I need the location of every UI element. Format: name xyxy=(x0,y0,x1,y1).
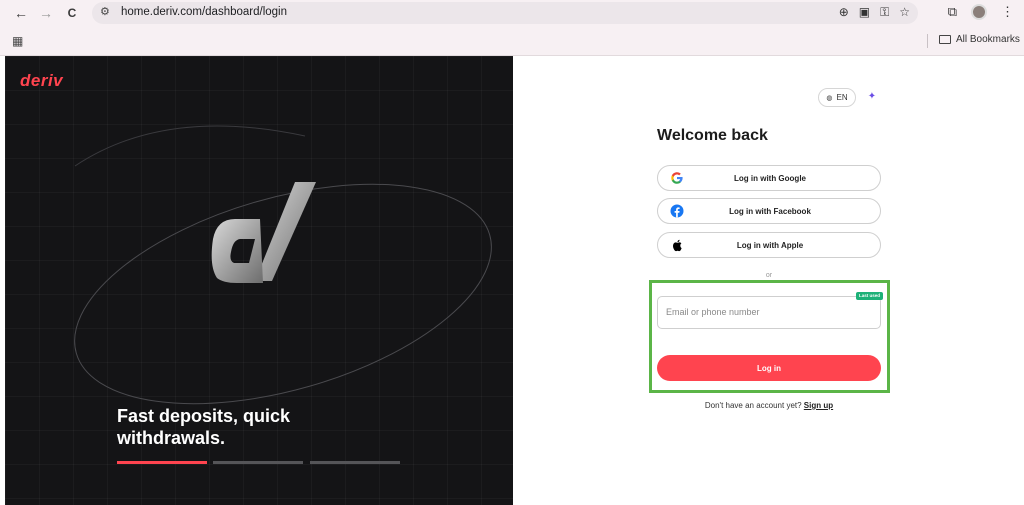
site-settings-icon[interactable]: ⚙ xyxy=(100,5,110,18)
email-field[interactable] xyxy=(657,296,881,329)
apple-login-button[interactable]: Log in with Apple xyxy=(657,232,881,258)
carousel-indicator-1[interactable] xyxy=(117,461,207,464)
facebook-login-label: Log in with Facebook xyxy=(729,207,811,216)
browser-toolbar: ← → C ⚙ home.deriv.com/dashboard/login ⊕… xyxy=(0,0,1024,26)
carousel-indicator-2[interactable] xyxy=(213,461,303,464)
deriv-logo[interactable]: deriv xyxy=(20,71,63,91)
bookmarks-divider xyxy=(927,34,928,48)
signup-prompt: Don't have an account yet? Sign up xyxy=(657,401,881,410)
address-bar[interactable]: ⚙ home.deriv.com/dashboard/login ⊕ ▣ ⚿ ☆ xyxy=(92,2,918,24)
browser-actions: ⧉ ⋮ xyxy=(948,4,1014,20)
or-label: or xyxy=(765,272,773,279)
menu-kebab-icon[interactable]: ⋮ xyxy=(1001,4,1014,20)
signup-link[interactable]: Sign up xyxy=(804,401,833,410)
last-used-badge: Last used xyxy=(856,292,884,300)
url-text[interactable]: home.deriv.com/dashboard/login xyxy=(121,6,287,18)
bookmark-star-icon[interactable]: ☆ xyxy=(899,5,910,20)
all-bookmarks-button[interactable]: All Bookmarks xyxy=(939,34,1020,45)
extensions-icon[interactable]: ⧉ xyxy=(948,4,957,20)
google-login-label: Log in with Google xyxy=(734,174,806,183)
deriv-d-mark xyxy=(211,182,316,283)
email-input[interactable] xyxy=(666,307,856,317)
hero-tagline: Fast deposits, quick withdrawals. xyxy=(117,406,291,448)
browser-chrome: ← → C ⚙ home.deriv.com/dashboard/login ⊕… xyxy=(0,0,1024,56)
all-bookmarks-label: All Bookmarks xyxy=(956,34,1020,45)
login-button[interactable]: Log in xyxy=(657,355,881,381)
no-account-text: Don't have an account yet? xyxy=(704,401,802,410)
ai-sparkle-icon[interactable]: ✦ xyxy=(865,90,879,104)
folder-icon xyxy=(939,35,951,44)
language-label: EN xyxy=(836,93,848,102)
bookmarks-bar: ▦ All Bookmarks xyxy=(0,30,1024,52)
password-key-icon[interactable]: ⚿ xyxy=(880,5,889,20)
apple-login-label: Log in with Apple xyxy=(736,241,804,250)
carousel-indicator-3[interactable] xyxy=(310,461,400,464)
page-title: Welcome back xyxy=(657,127,768,144)
install-app-icon[interactable]: ▣ xyxy=(859,5,870,20)
address-bar-actions: ⊕ ▣ ⚿ ☆ xyxy=(839,5,910,20)
apps-grid-icon[interactable]: ▦ xyxy=(12,34,23,48)
google-login-button[interactable]: Log in with Google xyxy=(657,165,881,191)
facebook-login-button[interactable]: Log in with Facebook xyxy=(657,198,881,224)
globe-icon: ◍ xyxy=(826,94,833,102)
zoom-icon[interactable]: ⊕ xyxy=(839,5,849,20)
hero-panel: deriv Fast deposits, quick withdrawals. xyxy=(5,56,513,505)
language-selector[interactable]: ◍ EN xyxy=(818,88,856,107)
back-button[interactable]: ← xyxy=(12,4,30,22)
reload-button[interactable]: C xyxy=(63,4,81,22)
profile-avatar[interactable] xyxy=(971,4,987,20)
forward-button[interactable]: → xyxy=(37,4,55,22)
